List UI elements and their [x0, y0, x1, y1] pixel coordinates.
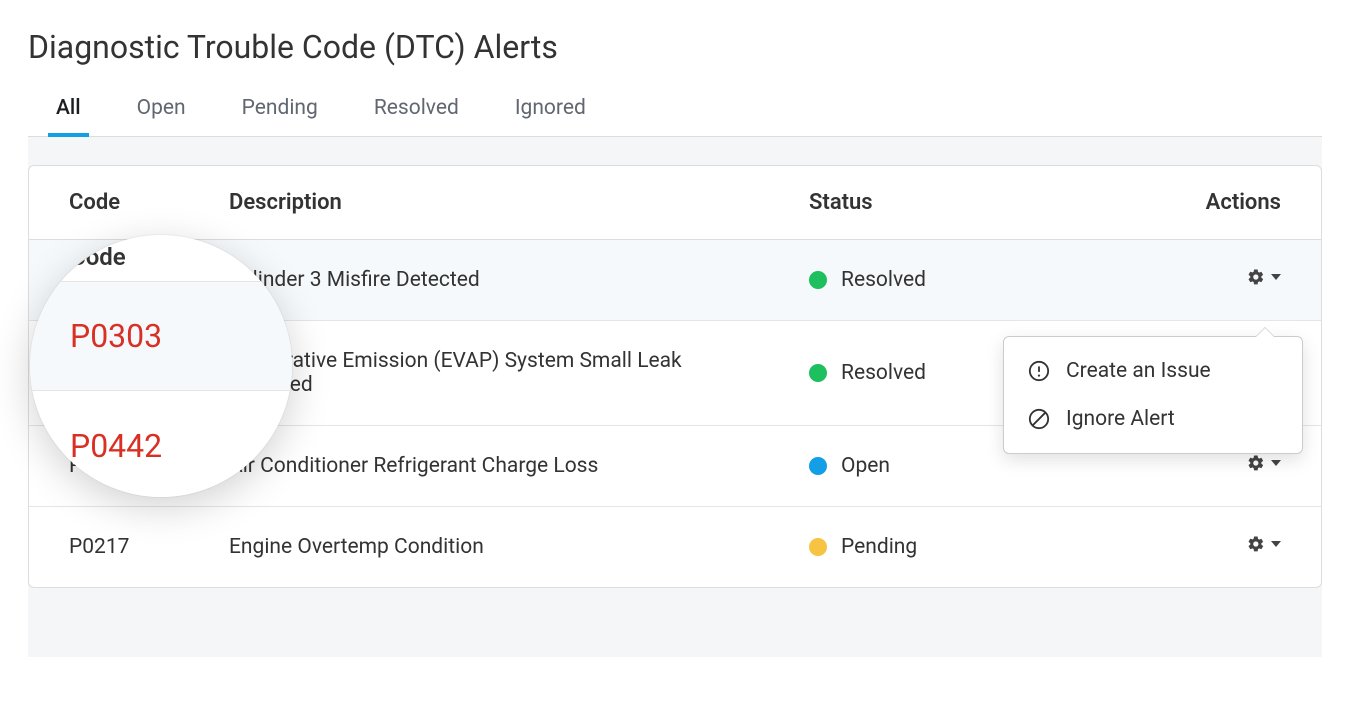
code-cell[interactable]: P0217 [29, 507, 189, 588]
row-actions-button[interactable] [1247, 454, 1281, 472]
tab-pending[interactable]: Pending [238, 90, 322, 136]
dropdown-item-label: Create an Issue [1066, 359, 1211, 383]
caret-down-icon [1271, 460, 1281, 466]
caret-down-icon [1271, 274, 1281, 280]
tab-all[interactable]: All [52, 90, 85, 136]
col-header-status: Status [769, 166, 1066, 240]
gear-icon [1247, 535, 1265, 553]
magnifier-overlay: Code P0303 P0442 [30, 235, 292, 497]
gear-icon [1247, 454, 1265, 472]
col-header-code: Code [29, 166, 189, 240]
status-dot-icon [809, 364, 827, 382]
tab-open[interactable]: Open [133, 90, 190, 136]
magnifier-row-2: P0442 [30, 391, 292, 497]
page-title: Diagnostic Trouble Code (DTC) Alerts [28, 28, 1322, 66]
status-cell: Pending [769, 507, 1066, 588]
tabs-bar: All Open Pending Resolved Ignored [28, 90, 1322, 137]
magnifier-row-1: P0303 [30, 281, 292, 391]
col-header-actions: Actions [1066, 166, 1321, 240]
magnifier-code-2: P0442 [70, 427, 162, 465]
description-cell: Engine Overtemp Condition [189, 507, 769, 588]
ban-icon [1028, 408, 1050, 430]
col-header-description: Description [189, 166, 769, 240]
row-actions-button[interactable] [1247, 535, 1281, 553]
status-label: Pending [841, 535, 917, 559]
status-label: Open [841, 454, 890, 478]
status-label: Resolved [841, 361, 926, 385]
gear-icon [1247, 268, 1265, 286]
tab-ignored[interactable]: Ignored [511, 90, 590, 136]
status-dot-icon [809, 271, 827, 289]
status-dot-icon [809, 457, 827, 475]
status-dot-icon [809, 538, 827, 556]
table-row: P0217 Engine Overtemp Condition Pending [29, 507, 1321, 588]
caret-down-icon [1271, 541, 1281, 547]
magnifier-code-1: P0303 [70, 317, 162, 355]
dropdown-ignore-alert[interactable]: Ignore Alert [1004, 395, 1302, 443]
dropdown-item-label: Ignore Alert [1066, 407, 1175, 431]
status-label: Resolved [841, 268, 926, 292]
row-actions-button[interactable] [1247, 268, 1281, 286]
status-cell: Resolved [769, 240, 1066, 321]
exclamation-circle-icon [1028, 360, 1050, 382]
tab-resolved[interactable]: Resolved [370, 90, 463, 136]
dropdown-create-issue[interactable]: Create an Issue [1004, 347, 1302, 395]
magnifier-header: Code [70, 243, 126, 271]
actions-dropdown: Create an Issue Ignore Alert [1003, 336, 1303, 454]
